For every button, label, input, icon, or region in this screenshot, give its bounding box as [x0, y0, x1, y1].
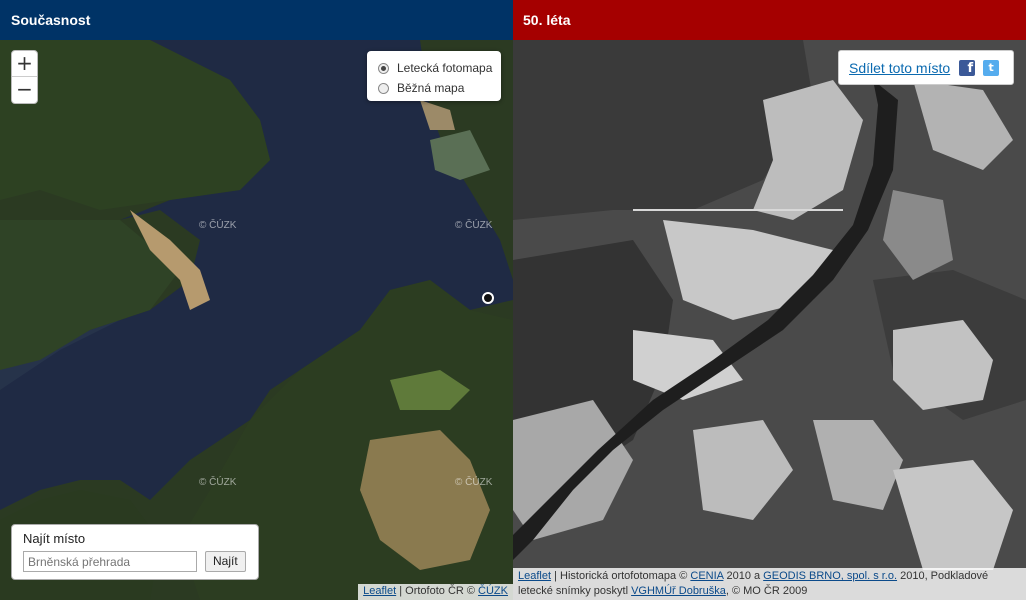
attribution-text: | Historická ortofotomapa ©	[551, 570, 691, 582]
layer-option-aerial[interactable]: Letecká fotomapa	[378, 58, 501, 78]
present-attribution: Leaflet | Ortofoto ČR © ČÚZK	[358, 584, 513, 600]
cenia-link[interactable]: CENIA	[690, 570, 723, 582]
attribution-text: 2010 a	[723, 570, 764, 582]
layer-option-standard[interactable]: Běžná mapa	[378, 78, 501, 98]
cuzk-watermark: © ČÚZK	[199, 220, 237, 231]
present-header: Současnost	[0, 0, 513, 40]
zoom-out-button[interactable]: −	[12, 77, 37, 103]
leaflet-link[interactable]: Leaflet	[363, 585, 396, 597]
search-label: Najít místo	[23, 531, 86, 546]
cuzk-link[interactable]: ČÚZK	[478, 585, 508, 597]
share-link[interactable]: Sdílet toto místo	[849, 60, 950, 76]
search-button[interactable]: Najít	[205, 551, 246, 572]
cuzk-watermark: © ČÚZK	[199, 477, 237, 488]
layer-label: Běžná mapa	[397, 81, 465, 95]
attribution-text: | Ortofoto ČR ©	[396, 585, 479, 597]
zoom-control: + −	[11, 50, 38, 104]
radio-selected-icon[interactable]	[378, 62, 389, 74]
historical-attribution: Leaflet | Historická ortofotomapa © CENI…	[513, 568, 1026, 600]
vghmuf-link[interactable]: VGHMÚř Dobruška	[631, 585, 726, 597]
historical-pane: 50. léta Leaflet | Historická ortofotoma…	[513, 0, 1026, 600]
attribution-text: , © MO ČR 2009	[725, 585, 808, 597]
historical-header: 50. léta	[513, 0, 1026, 40]
place-search-input[interactable]	[23, 551, 197, 572]
geodis-link[interactable]: GEODIS BRNO, spol. s r.o.	[763, 570, 897, 582]
place-search-panel: Najít místo Najít	[11, 524, 259, 580]
cuzk-watermark: © ČÚZK	[455, 220, 493, 231]
layer-label: Letecká fotomapa	[397, 61, 493, 75]
present-aerial-map[interactable]	[0, 40, 513, 600]
zoom-in-button[interactable]: +	[12, 51, 37, 77]
radio-unselected-icon[interactable]	[378, 82, 389, 94]
leaflet-link[interactable]: Leaflet	[518, 570, 551, 582]
present-pane: Současnost © ČÚZK © ČÚZK © ČÚZK © ČÚZK +	[0, 0, 513, 600]
cuzk-watermark: © ČÚZK	[455, 477, 493, 488]
historical-aerial-map[interactable]	[513, 40, 1026, 600]
layer-switcher: Letecká fotomapa Běžná mapa	[367, 51, 501, 101]
facebook-icon[interactable]: f	[959, 59, 976, 76]
twitter-icon[interactable]: t	[983, 59, 1000, 76]
share-panel: Sdílet toto místo f t	[838, 50, 1014, 85]
